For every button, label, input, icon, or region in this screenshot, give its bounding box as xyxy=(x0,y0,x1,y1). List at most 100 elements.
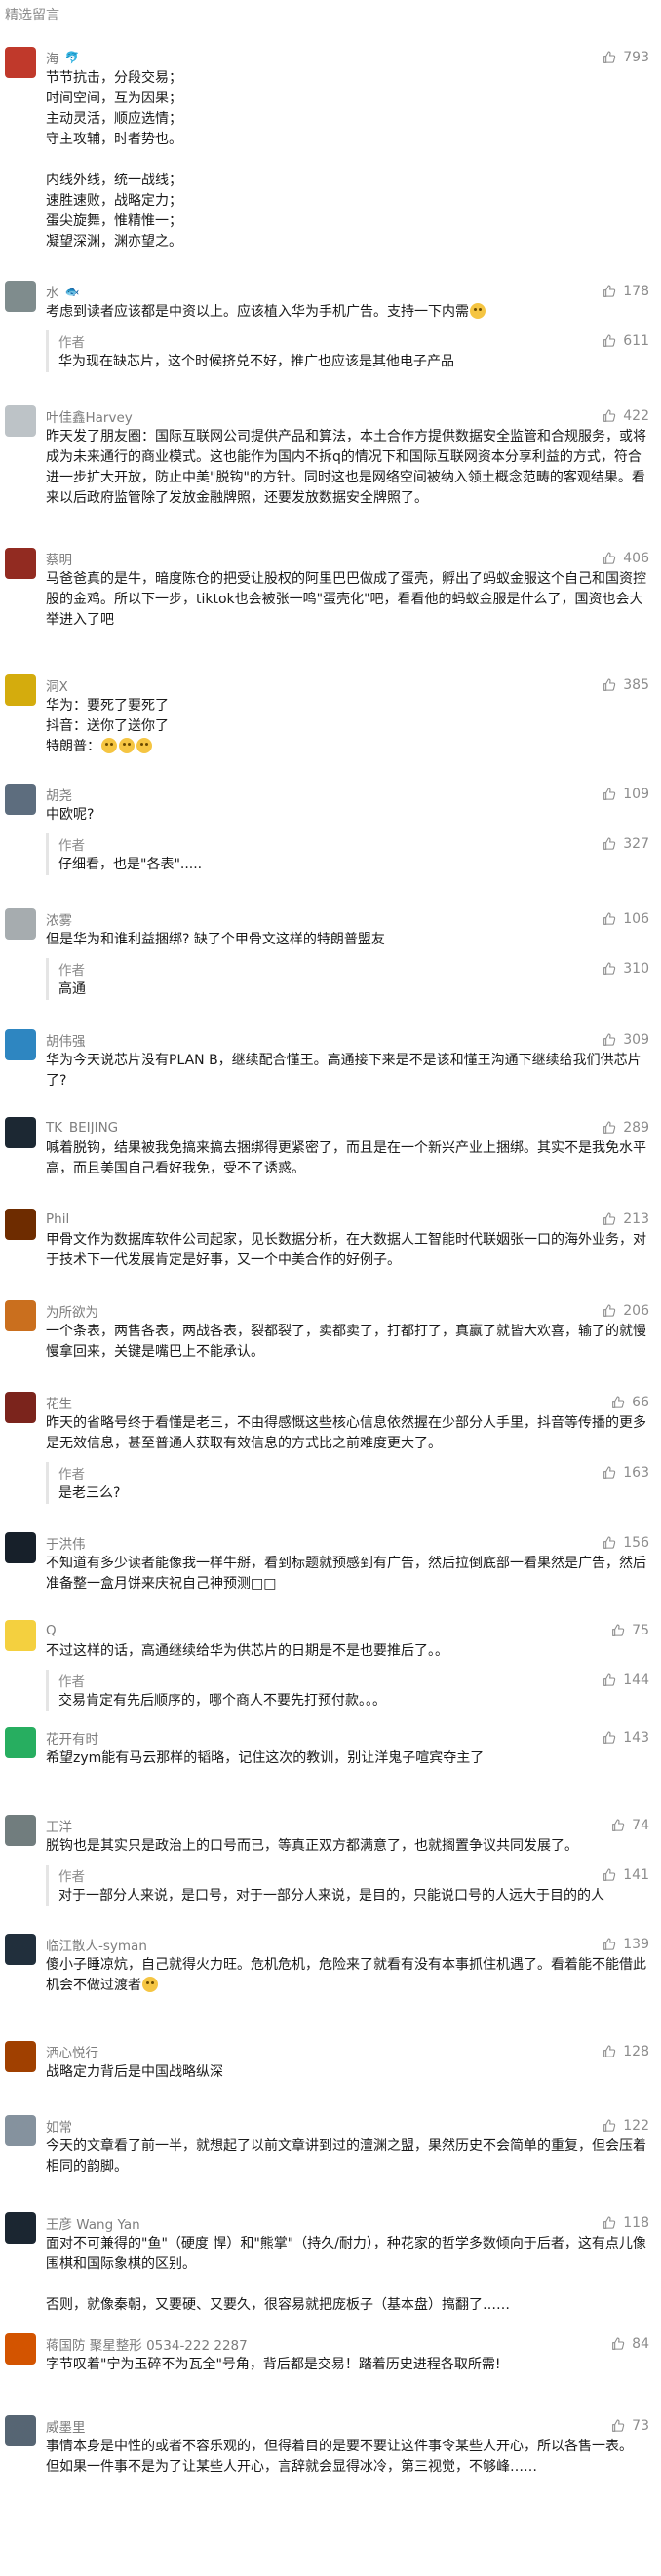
reply-like-button[interactable]: 141 xyxy=(602,1867,649,1883)
avatar[interactable] xyxy=(5,2041,36,2072)
avatar[interactable] xyxy=(5,2212,36,2244)
avatar[interactable] xyxy=(5,1117,36,1148)
commenter-name: Phil xyxy=(46,1211,70,1227)
like-button[interactable]: 178 xyxy=(602,284,649,299)
avatar[interactable] xyxy=(5,674,36,706)
avatar[interactable] xyxy=(5,2115,36,2146)
avatar[interactable] xyxy=(5,47,36,78)
comment-header: 为所欲为 206 xyxy=(46,1296,649,1321)
reply-like-button[interactable]: 327 xyxy=(602,836,649,852)
like-button[interactable]: 206 xyxy=(602,1303,649,1319)
comment-body: 事情本身是中性的或者不容乐观的，但得着目的是要不要让这件事令某些人开心，所以各售… xyxy=(46,2439,633,2475)
comment-header: 海 🐬 793 xyxy=(46,43,649,67)
reply-header: 作者 144 xyxy=(58,1670,649,1691)
comment-header: 洞X 385 xyxy=(46,671,649,695)
comment-item: TK_BEIJING 289 喊着脱钩，结果被我免搞来搞去捆绑得更紧密了，而且是在一… xyxy=(0,1113,661,1179)
like-button[interactable]: 84 xyxy=(610,2336,649,2352)
smiley-emoji-icon xyxy=(136,738,152,753)
comment-item: 蒋国防 聚星整形 0534-222 2287 84 字节叹着"宁为玉碎不为瓦全"号角… xyxy=(0,2329,661,2375)
comment-body: 面对不可兼得的"鱼"（硬度 悍）和"熊掌"（持久/耐力），种花家的哲学多数倾向于… xyxy=(46,2236,646,2313)
reply-like-button[interactable]: 611 xyxy=(602,333,649,349)
comment-text: 战略定力背后是中国战略纵深 xyxy=(46,2062,649,2083)
thumbs-up-icon xyxy=(602,961,623,977)
avatar[interactable] xyxy=(5,1209,36,1240)
comment-item: 威墨里 73 事情本身是中性的或者不容乐观的，但得着目的是要不要让这件事令某些人开心… xyxy=(0,2411,661,2478)
avatar[interactable] xyxy=(5,1727,36,1758)
like-button[interactable]: 122 xyxy=(602,2118,649,2134)
reply-header: 作者 141 xyxy=(58,1865,649,1886)
comment-text: 不过这样的话，高通继续给华为供芯片的日期是不是也要推后了。。 xyxy=(46,1641,649,1662)
thumbs-up-icon xyxy=(610,2336,632,2352)
like-button[interactable]: 139 xyxy=(602,1937,649,1952)
commenter-name: 于洪伟 xyxy=(46,1537,86,1553)
avatar[interactable] xyxy=(5,1300,36,1331)
thumbs-up-icon xyxy=(610,1818,632,1833)
comment-body: 华为今天说芯片没有PLAN B，继续配合懂王。高通接下来是不是该和懂王沟通下继续… xyxy=(46,1053,642,1089)
thumbs-up-icon xyxy=(602,1465,623,1480)
like-button[interactable]: 143 xyxy=(602,1730,649,1746)
comment-body: 昨天的省略号终于看懂是老三，不由得感慨这些核心信息依然握在少部分人手里，抖音等传… xyxy=(46,1415,646,1451)
name-tag-icon: 🐬 xyxy=(64,51,80,64)
like-count: 156 xyxy=(623,1535,649,1551)
avatar[interactable] xyxy=(5,1532,36,1563)
commenter-name: 花开有时 xyxy=(46,1732,98,1748)
like-button[interactable]: 74 xyxy=(610,1818,649,1833)
like-button[interactable]: 385 xyxy=(602,677,649,693)
comment-item: 王彦 Wang Yan 118 面对不可兼得的"鱼"（硬度 悍）和"熊掌"（持久/耐… xyxy=(0,2209,661,2316)
like-button[interactable]: 118 xyxy=(602,2215,649,2231)
comment-body: 不知道有多少读者能像我一样牛掰，看到标题就预感到有广告，然后拉倒底部一看果然是广… xyxy=(46,1556,646,1592)
commenter-name: Q xyxy=(46,1623,57,1638)
reply-header: 作者 327 xyxy=(58,833,649,855)
avatar[interactable] xyxy=(5,281,36,312)
like-button[interactable]: 128 xyxy=(602,2044,649,2059)
comment-text: 甲骨文作为数据库软件公司起家，见长数据分析，在大数据人工智能时代联姻张一口的海外… xyxy=(46,1230,649,1271)
like-count: 289 xyxy=(623,1120,649,1135)
comment-text: 不知道有多少读者能像我一样牛掰，看到标题就预感到有广告，然后拉倒底部一看果然是广… xyxy=(46,1554,649,1595)
avatar[interactable] xyxy=(5,1392,36,1423)
avatar[interactable] xyxy=(5,1620,36,1651)
like-button[interactable]: 75 xyxy=(610,1623,649,1638)
reply-like-button[interactable]: 163 xyxy=(602,1465,649,1480)
smiley-emoji-icon xyxy=(142,1977,158,1992)
avatar[interactable] xyxy=(5,784,36,815)
thumbs-up-icon xyxy=(602,333,623,349)
comment-header: 蒋国防 聚星整形 0534-222 2287 84 xyxy=(46,2329,649,2354)
avatar[interactable] xyxy=(5,405,36,437)
like-button[interactable]: 156 xyxy=(602,1535,649,1551)
like-button[interactable]: 406 xyxy=(602,551,649,566)
like-button[interactable]: 109 xyxy=(602,787,649,802)
avatar[interactable] xyxy=(5,1029,36,1060)
comment-body: 战略定力背后是中国战略纵深 xyxy=(46,2064,223,2080)
avatar[interactable] xyxy=(5,548,36,579)
thumbs-up-icon xyxy=(610,1623,632,1638)
like-count: 143 xyxy=(623,1730,649,1746)
like-button[interactable]: 66 xyxy=(610,1395,649,1410)
commenter-name: 花生 xyxy=(46,1397,72,1412)
thumbs-up-icon xyxy=(602,1867,623,1883)
thumbs-up-icon xyxy=(602,1120,623,1135)
like-button[interactable]: 793 xyxy=(602,50,649,65)
comment-text: 中欧呢? xyxy=(46,805,649,826)
like-button[interactable]: 213 xyxy=(602,1211,649,1227)
like-count: 75 xyxy=(632,1623,649,1638)
like-button[interactable]: 289 xyxy=(602,1120,649,1135)
like-button[interactable]: 73 xyxy=(610,2418,649,2434)
thumbs-up-icon xyxy=(602,284,623,299)
like-button[interactable]: 422 xyxy=(602,408,649,424)
avatar[interactable] xyxy=(5,1934,36,1965)
comment-text: 字节叹着"宁为玉碎不为瓦全"号角，背后都是交易！踏着历史进程各取所需! xyxy=(46,2355,649,2375)
avatar[interactable] xyxy=(5,2333,36,2365)
like-button[interactable]: 106 xyxy=(602,911,649,927)
thumbs-up-icon xyxy=(602,787,623,802)
like-button[interactable]: 309 xyxy=(602,1032,649,1048)
avatar[interactable] xyxy=(5,2415,36,2446)
comment-text: 节节抗击，分段交易； 时间空间，互为因果； 主动灵活，顺应选情； 守主攻辅，时者… xyxy=(46,68,649,252)
comment-body: 昨天发了朋友圈：国际互联网公司提供产品和算法，本土合作方提供数据安全监管和合规服… xyxy=(46,429,646,506)
avatar[interactable] xyxy=(5,908,36,940)
comment-text: 希望zym能有马云那样的韬略，记住这次的教训，别让洋鬼子喧宾夺主了 xyxy=(46,1749,649,1769)
reply-like-button[interactable]: 144 xyxy=(602,1672,649,1688)
reply-like-button[interactable]: 310 xyxy=(602,961,649,977)
comment-item: 临江散人-syman 139 傻小子睡凉炕，自己就得火力旺。危机危机，危险来了就看有… xyxy=(0,1930,661,1996)
avatar[interactable] xyxy=(5,1815,36,1846)
comment-header: 浓雾 106 xyxy=(46,904,649,929)
